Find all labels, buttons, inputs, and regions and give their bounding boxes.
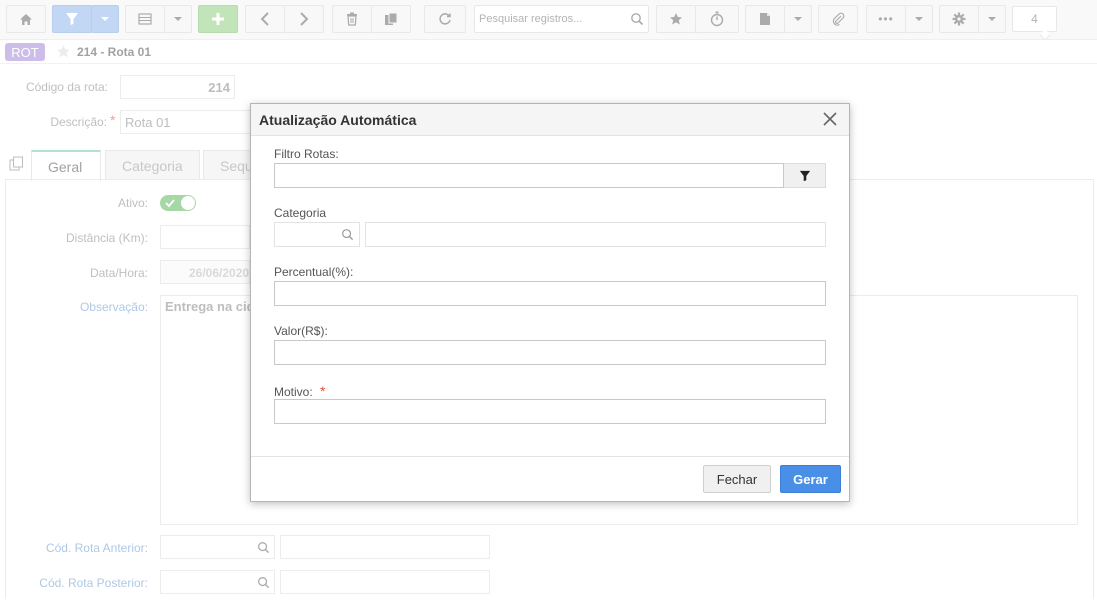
filtro-rotas-button[interactable] (784, 163, 826, 188)
motivo-input[interactable] (274, 399, 826, 424)
close-button[interactable]: Fechar (703, 465, 771, 493)
search-icon[interactable] (341, 228, 354, 241)
close-button-label: Fechar (716, 471, 758, 487)
filtro-rotas-input[interactable] (274, 163, 784, 188)
percentual-label: Percentual(%): (274, 265, 354, 279)
motivo-label: Motivo: * (274, 383, 325, 399)
categoria-label: Categoria (274, 206, 327, 220)
dialog-header: Atualização Automática (251, 104, 849, 136)
auto-update-dialog: Atualização Automática Filtro Rotas: Cat… (250, 103, 850, 502)
generate-button-label: Gerar (793, 471, 828, 487)
motivo-label-text: Motivo: (274, 385, 313, 399)
percentual-input[interactable] (274, 281, 826, 306)
dialog-title: Atualização Automática (259, 112, 417, 128)
categoria-code-input[interactable] (274, 222, 360, 247)
close-icon[interactable] (823, 112, 837, 126)
valor-label: Valor(R$): (274, 324, 328, 338)
filter-icon (799, 170, 810, 181)
categoria-description (365, 222, 826, 247)
filtro-rotas-label: Filtro Rotas: (274, 147, 339, 161)
dialog-footer-divider (251, 456, 849, 457)
valor-input[interactable] (274, 340, 826, 365)
generate-button[interactable]: Gerar (780, 465, 841, 493)
motivo-required-mark: * (320, 383, 326, 399)
